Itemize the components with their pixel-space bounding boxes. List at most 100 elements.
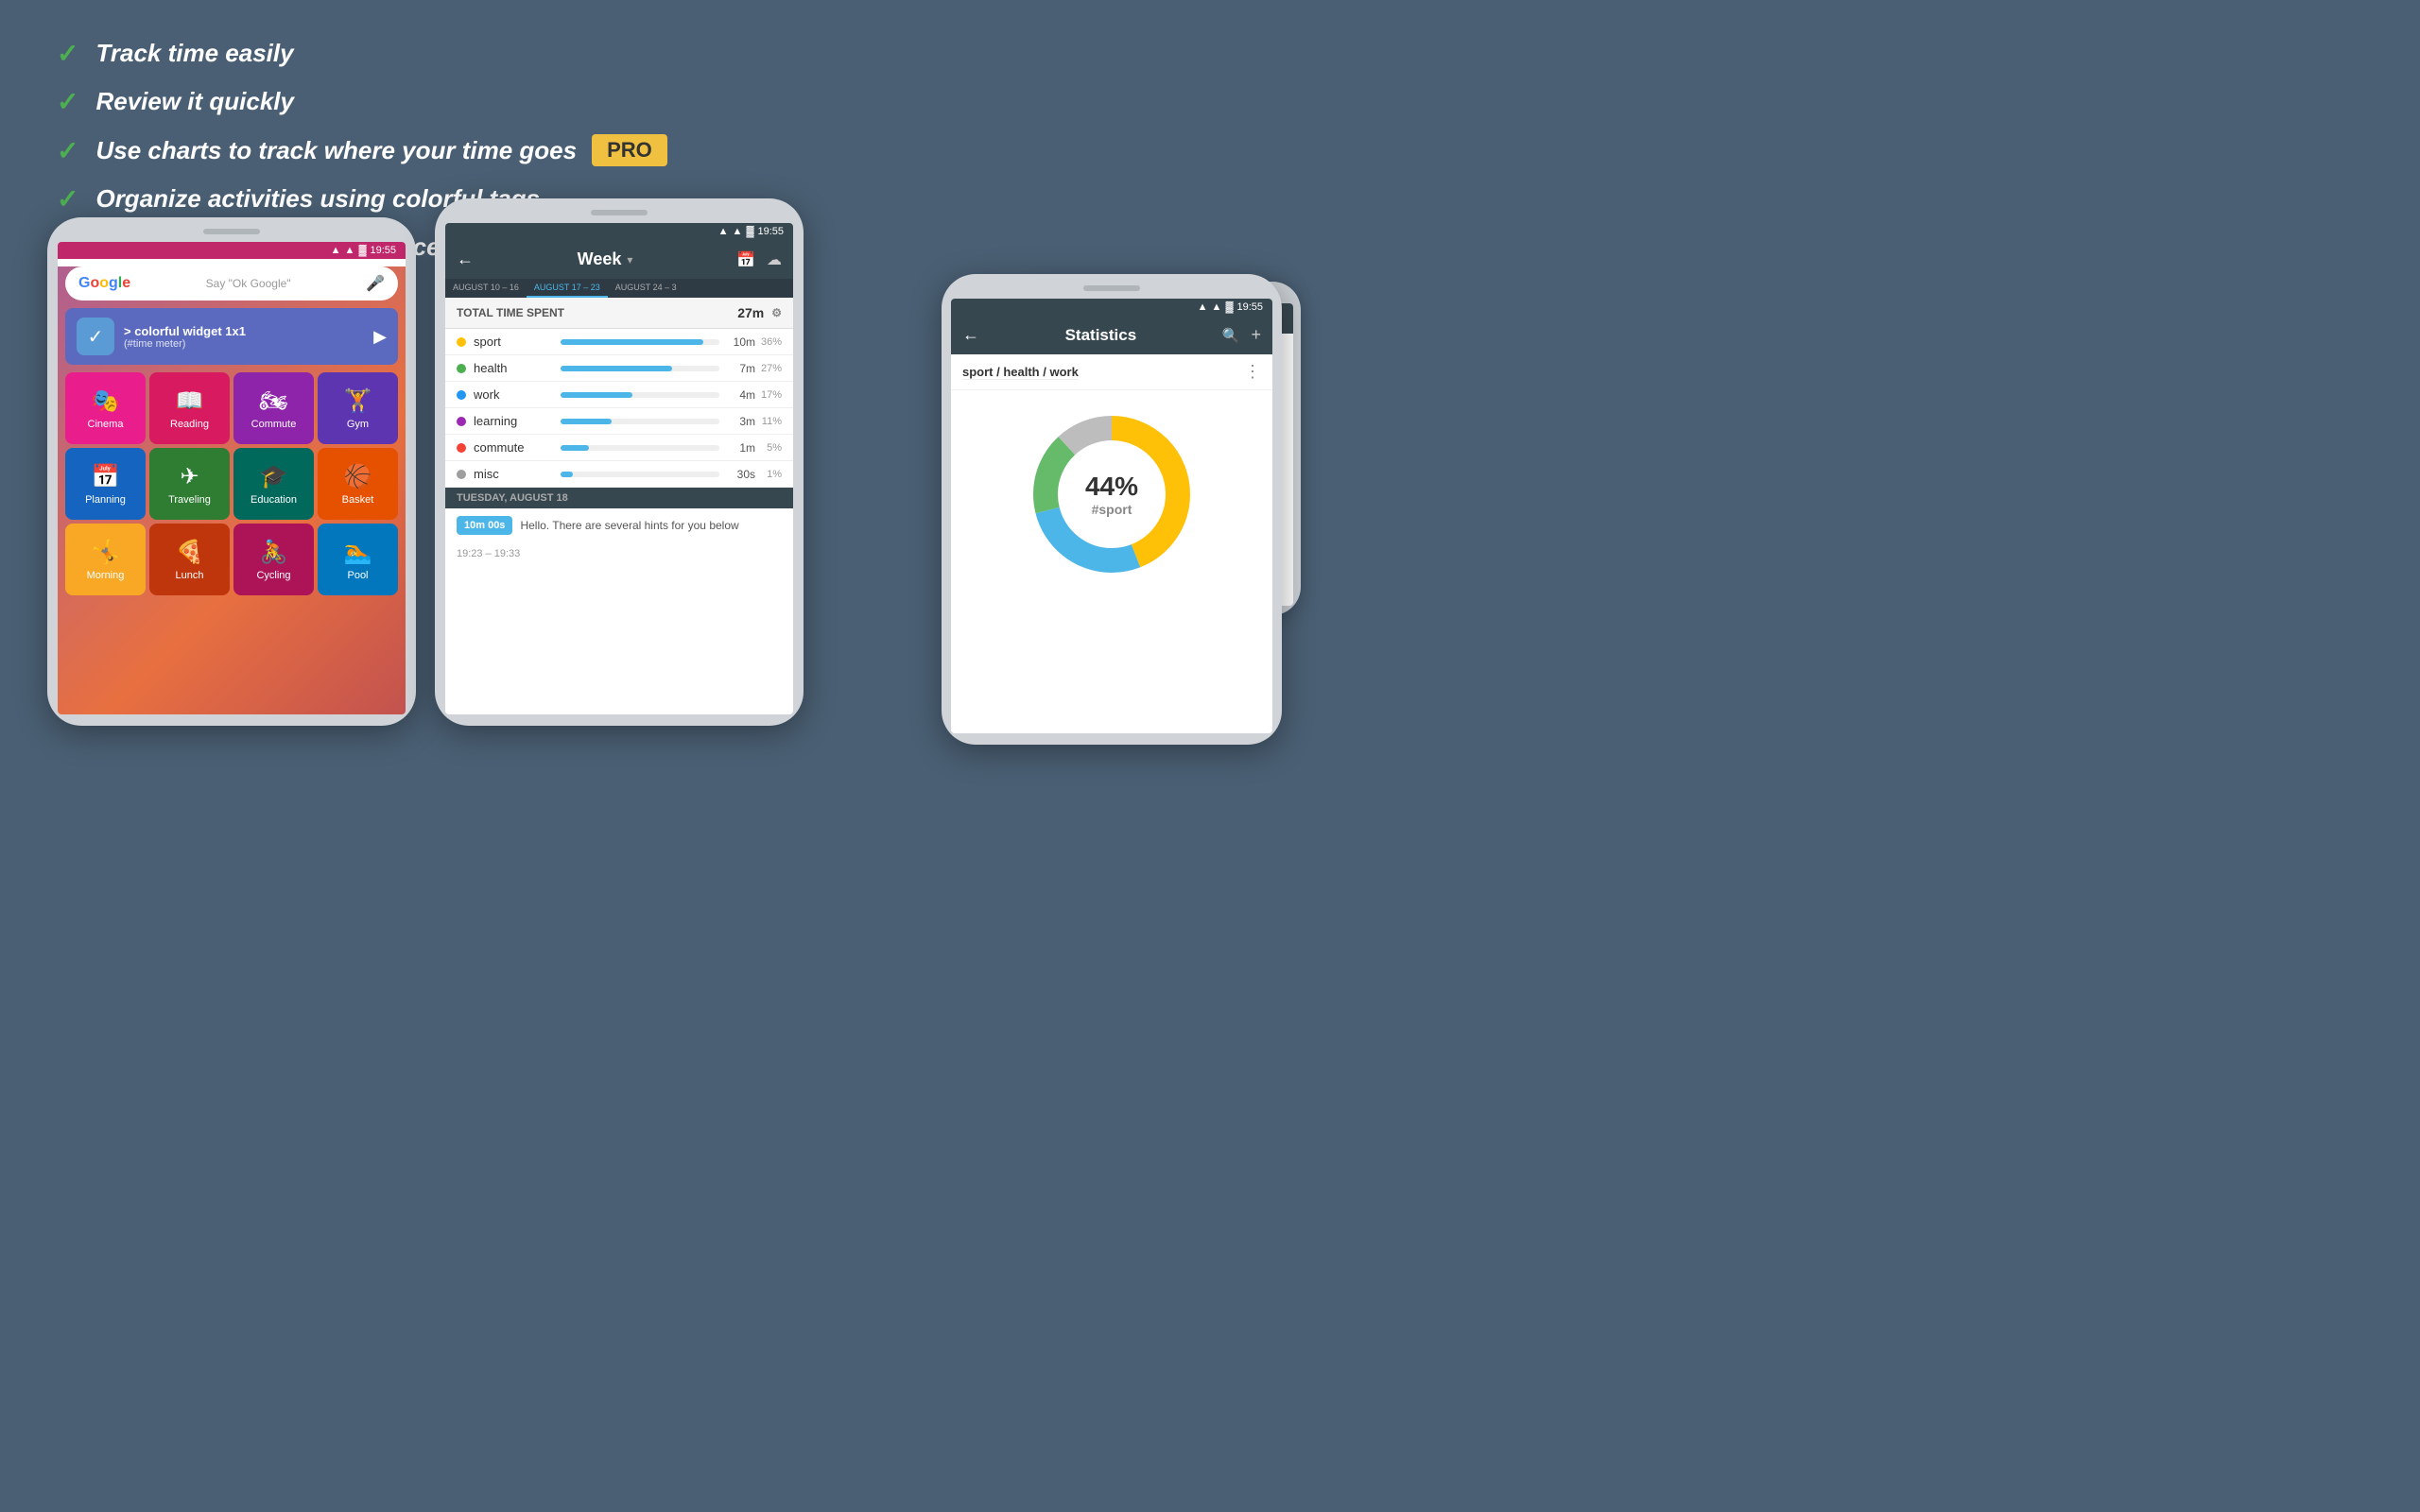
app-planning[interactable]: 📅 Planning	[65, 448, 146, 520]
donut-center: 44% #sport	[1085, 472, 1138, 517]
app-gym[interactable]: 🏋 Gym	[318, 372, 398, 444]
donut-pct: 44%	[1085, 472, 1138, 502]
check-icon-track: ✓	[57, 38, 78, 69]
health-pct: 27%	[755, 363, 782, 374]
lunch-icon: 🍕	[176, 539, 204, 566]
feature-text-track: Track time easily	[95, 39, 293, 68]
phone1-wallpaper: Google Say "Ok Google" 🎤 ✓ > colorful wi…	[58, 266, 406, 714]
misc-bar	[561, 472, 573, 477]
app-traveling[interactable]: ✈ Traveling	[149, 448, 230, 520]
cycling-label: Cycling	[256, 570, 290, 581]
work-pct: 17%	[755, 389, 782, 401]
time-widget[interactable]: ✓ > colorful widget 1x1 (#time meter) ▶	[65, 308, 398, 365]
mic-icon[interactable]: 🎤	[366, 274, 385, 293]
health-bar	[561, 366, 672, 371]
phone1-screen: ▲ ▲ ▓ 19:55 Google Say "Ok Google" 🎤	[58, 242, 406, 714]
commute-dot	[457, 443, 466, 453]
pool-label: Pool	[347, 570, 368, 581]
learning-pct: 11%	[755, 416, 782, 427]
activity-health[interactable]: health 7m 27%	[445, 355, 793, 382]
app-basket[interactable]: 🏀 Basket	[318, 448, 398, 520]
phone3-signal-icon: ▲	[1198, 301, 1208, 313]
learning-bar-bg	[561, 419, 719, 424]
app-grid: 🎭 Cinema 📖 Reading 🏍 Commute 🏋	[58, 369, 406, 599]
app-pool[interactable]: 🏊 Pool	[318, 524, 398, 595]
donut-label: #sport	[1085, 502, 1138, 517]
phone2-statusbar: ▲ ▲ ▓ 19:55	[445, 223, 793, 240]
add-icon[interactable]: +	[1251, 325, 1261, 345]
work-bar-bg	[561, 392, 719, 398]
app-education[interactable]: 🎓 Education	[233, 448, 314, 520]
week-tab-1[interactable]: AUGUST 10 – 16	[445, 279, 527, 298]
gym-label: Gym	[347, 419, 369, 430]
activity-commute[interactable]: commute 1m 5%	[445, 435, 793, 461]
commute-label: Commute	[251, 419, 297, 430]
learning-name: learning	[474, 414, 553, 428]
week-title: Week	[578, 249, 622, 269]
feature-text-review: Review it quickly	[95, 87, 294, 116]
phone2-time: 19:55	[757, 226, 784, 237]
week-tabs: AUGUST 10 – 16 AUGUST 17 – 23 AUGUST 24 …	[445, 279, 793, 298]
back-arrow[interactable]: ←	[457, 249, 474, 269]
sport-bar	[561, 339, 703, 345]
phone2-signal-icon: ▲	[718, 226, 729, 237]
activity-learning[interactable]: learning 3m 11%	[445, 408, 793, 435]
cinema-icon: 🎭	[92, 387, 120, 415]
week-dropdown-arrow[interactable]: ▾	[627, 253, 632, 266]
total-label: TOTAL TIME SPENT	[457, 306, 564, 319]
google-logo: Google	[78, 275, 130, 292]
settings-icon[interactable]: ⚙	[771, 306, 782, 319]
app-morning[interactable]: 🤸 Morning	[65, 524, 146, 595]
feature-item-track: ✓ Track time easily	[57, 38, 718, 69]
phone2-shell: ▲ ▲ ▓ 19:55 ← Week ▾ 📅 ☁	[435, 198, 804, 726]
total-value: 27m	[737, 305, 764, 320]
cloud-icon[interactable]: ☁	[767, 250, 782, 269]
play-button[interactable]: ▶	[373, 327, 387, 347]
search-icon[interactable]: 🔍	[1222, 327, 1240, 344]
widget-title: > colorful widget 1x1	[124, 324, 373, 338]
reading-icon: 📖	[176, 387, 204, 415]
more-icon[interactable]: ⋮	[1244, 362, 1261, 382]
day-event: 10m 00s Hello. There are several hints f…	[445, 508, 793, 542]
stats-back-arrow[interactable]: ←	[962, 325, 979, 345]
phone1-shell: ▲ ▲ ▓ 19:55 Google Say "Ok Google" 🎤	[47, 217, 416, 726]
widget-text: > colorful widget 1x1 (#time meter)	[124, 324, 373, 350]
activity-work[interactable]: work 4m 17%	[445, 382, 793, 408]
app-commute[interactable]: 🏍 Commute	[233, 372, 314, 444]
phone2-battery-icon: ▓	[746, 226, 753, 237]
phone3-time: 19:55	[1236, 301, 1263, 313]
traveling-label: Traveling	[168, 494, 211, 506]
sport-dot	[457, 337, 466, 347]
learning-dot	[457, 417, 466, 426]
phone3-shell: ▲ ▲ ▓ 19:55 ← Statistics 🔍 + sport / he	[942, 274, 1282, 745]
commute-name: commute	[474, 440, 553, 455]
app-cinema[interactable]: 🎭 Cinema	[65, 372, 146, 444]
health-dot	[457, 364, 466, 373]
activity-sport[interactable]: sport 10m 36%	[445, 329, 793, 355]
phone3-battery-icon: ▓	[1225, 301, 1233, 313]
sport-name: sport	[474, 335, 553, 349]
google-search-bar[interactable]: Google Say "Ok Google" 🎤	[65, 266, 398, 301]
phone3-body: ▲ ▲ ▓ 19:55 ← Statistics 🔍 + sport / he	[942, 274, 1282, 745]
week-tab-2[interactable]: AUGUST 17 – 23	[527, 279, 608, 298]
header-icons: 📅 ☁	[736, 250, 782, 269]
learning-time: 3m	[727, 415, 755, 428]
filter-text[interactable]: sport / health / work	[962, 365, 1079, 380]
education-icon: 🎓	[260, 463, 288, 490]
calendar-icon[interactable]: 📅	[736, 250, 755, 269]
activity-misc[interactable]: misc 30s 1%	[445, 461, 793, 488]
traveling-icon: ✈	[180, 463, 199, 490]
search-hint: Say "Ok Google"	[206, 277, 291, 290]
sport-pct: 36%	[755, 336, 782, 348]
health-bar-bg	[561, 366, 719, 371]
app-reading[interactable]: 📖 Reading	[149, 372, 230, 444]
app-lunch[interactable]: 🍕 Lunch	[149, 524, 230, 595]
stats-header-icons: 🔍 +	[1222, 325, 1261, 345]
phone3-screen: ▲ ▲ ▓ 19:55 ← Statistics 🔍 + sport / he	[951, 299, 1272, 733]
week-tab-3[interactable]: AUGUST 24 – 3	[608, 279, 684, 298]
misc-pct: 1%	[755, 469, 782, 480]
morning-icon: 🤸	[92, 539, 120, 566]
phone1-signal-icon: ▲	[331, 245, 341, 256]
app-cycling[interactable]: 🚴 Cycling	[233, 524, 314, 595]
health-name: health	[474, 361, 553, 375]
